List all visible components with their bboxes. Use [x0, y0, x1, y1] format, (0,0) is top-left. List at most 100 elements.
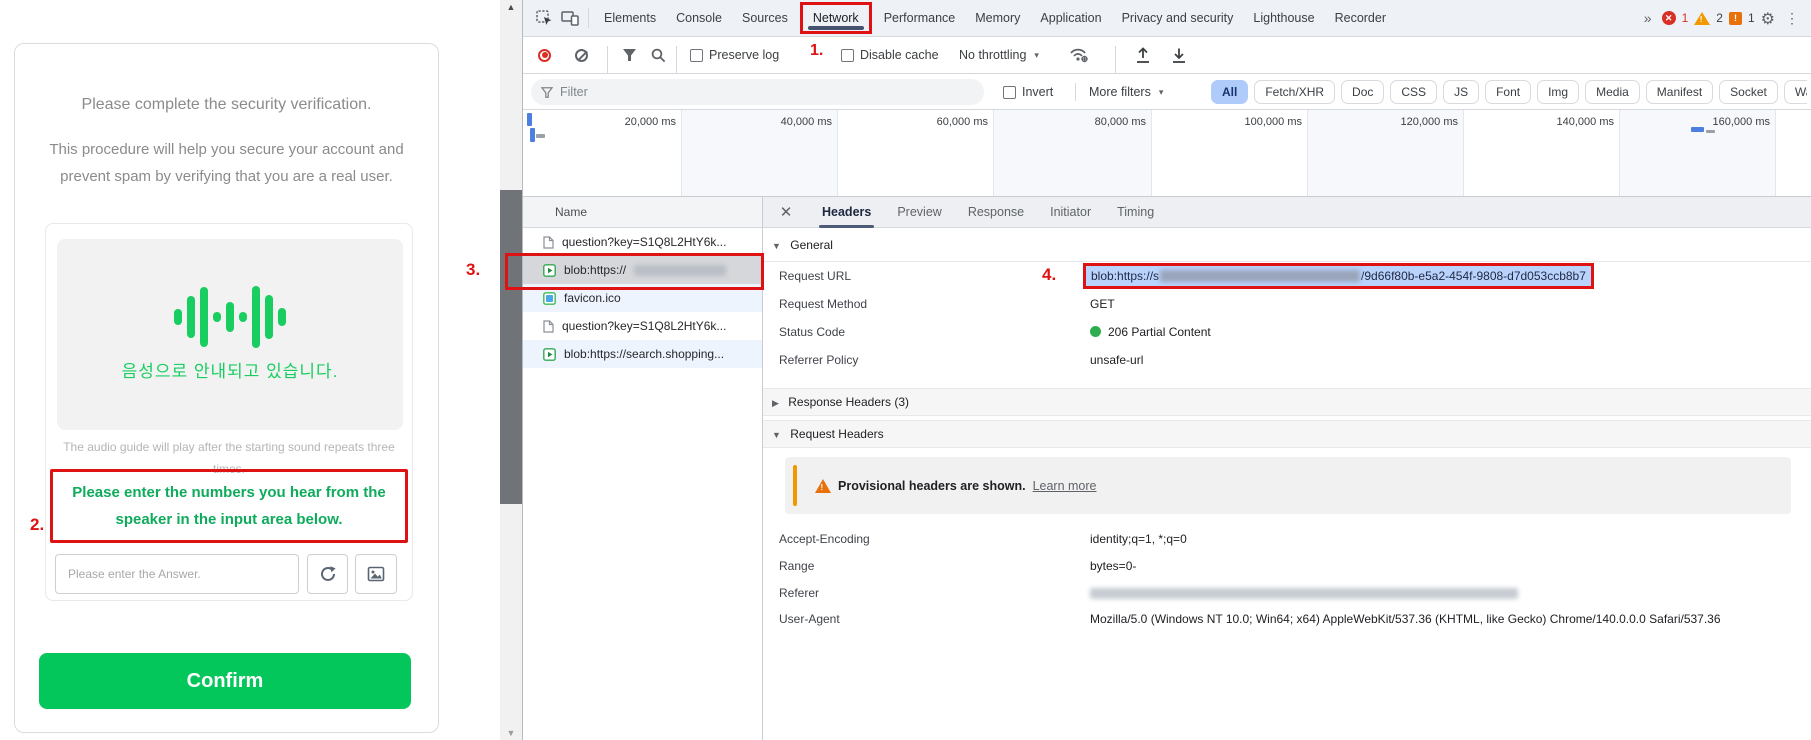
chip-media[interactable]: Media — [1585, 80, 1640, 104]
timeline-tick: 60,000 ms — [918, 116, 988, 128]
record-button[interactable] — [538, 37, 551, 73]
chip-js[interactable]: JS — [1443, 80, 1479, 104]
request-method-key: Request Method — [779, 290, 867, 318]
request-list-name-header[interactable]: Name — [523, 197, 762, 228]
request-headers-label: Request Headers — [790, 427, 883, 441]
settings-gear-icon[interactable]: ⚙ — [1761, 9, 1775, 28]
answer-input[interactable] — [55, 554, 299, 594]
chip-img[interactable]: Img — [1537, 80, 1579, 104]
request-url-value: blob:https://s /9d66f80b-e5a2-454f-9808-… — [1086, 266, 1591, 286]
chip-fetch-xhr[interactable]: Fetch/XHR — [1254, 80, 1335, 104]
clear-button[interactable] — [575, 37, 588, 73]
chip-font[interactable]: Font — [1485, 80, 1531, 104]
refresh-audio-button[interactable] — [307, 554, 348, 594]
response-headers-section[interactable]: ▶ Response Headers (3) — [763, 388, 1811, 416]
export-har-button[interactable] — [1171, 37, 1187, 73]
details-tab-label: Headers — [822, 205, 871, 219]
network-conditions-button[interactable] — [1069, 37, 1089, 73]
scrollbar-down-arrow[interactable]: ▼ — [500, 728, 522, 738]
image-captcha-button[interactable] — [355, 554, 397, 594]
general-section-header[interactable]: ▼ General — [763, 228, 1811, 262]
page-scrollbar[interactable]: ▲ ▼ — [500, 0, 522, 740]
request-row[interactable]: favicon.ico — [523, 284, 762, 312]
tab-sources[interactable]: Sources — [732, 0, 798, 37]
request-row-selected[interactable]: blob:https:// — [523, 256, 762, 284]
request-type-chips: All Fetch/XHR Doc CSS JS Font Img Media … — [1211, 74, 1807, 110]
disable-cache-checkbox[interactable]: Disable cache — [841, 37, 939, 73]
chip-all[interactable]: All — [1211, 80, 1248, 104]
tab-recorder[interactable]: Recorder — [1325, 0, 1396, 37]
details-tab-preview[interactable]: Preview — [884, 197, 954, 228]
request-row[interactable]: question?key=S1Q8L2HtY6k... — [523, 312, 762, 340]
close-icon[interactable]: ✕ — [763, 203, 809, 221]
tab-lighthouse[interactable]: Lighthouse — [1243, 0, 1324, 37]
request-method-value: GET — [1090, 290, 1115, 318]
refresh-icon — [318, 564, 338, 584]
filter-input[interactable]: Filter — [531, 79, 984, 105]
request-headers-section[interactable]: ▼ Request Headers — [763, 420, 1811, 448]
warning-badge-icon[interactable]: ! — [1694, 12, 1710, 25]
status-green-dot-icon — [1090, 326, 1101, 337]
tab-network[interactable]: Network — [800, 2, 872, 34]
tab-memory[interactable]: Memory — [965, 0, 1030, 37]
status-code-row: Status Code 206 Partial Content — [763, 318, 1811, 346]
devtools-menu-icon[interactable]: ⋮ — [1781, 10, 1803, 27]
waterfall-mark — [1691, 127, 1704, 132]
timeline-tick: 40,000 ms — [762, 116, 832, 128]
media-play-icon — [543, 264, 556, 277]
tab-elements[interactable]: Elements — [594, 0, 666, 37]
chip-wasm[interactable]: Wasm — [1784, 80, 1807, 104]
tab-application[interactable]: Application — [1030, 0, 1111, 37]
details-tab-response[interactable]: Response — [955, 197, 1037, 228]
request-row[interactable]: blob:https://search.shopping... — [523, 340, 762, 368]
error-count: 1 — [1682, 11, 1689, 25]
scrollbar-up-arrow[interactable]: ▲ — [500, 2, 522, 12]
timeline-tick: 160,000 ms — [1700, 116, 1770, 128]
redacted-referer-blur — [1090, 588, 1518, 599]
warning-count: 2 — [1716, 11, 1723, 25]
disable-cache-label: Disable cache — [860, 48, 939, 62]
issues-badge-icon[interactable]: ! — [1729, 12, 1742, 25]
details-tab-headers[interactable]: Headers — [809, 197, 884, 228]
device-toolbar-icon[interactable] — [557, 5, 583, 31]
chip-manifest[interactable]: Manifest — [1646, 80, 1713, 104]
tab-performance[interactable]: Performance — [874, 0, 966, 37]
range-row: Range bytes=0- — [763, 552, 1811, 580]
invert-checkbox[interactable]: Invert — [1003, 74, 1053, 110]
audio-waveform-icon — [57, 285, 403, 349]
throttling-select[interactable]: No throttling ▾ — [959, 37, 1039, 73]
more-tabs-icon[interactable]: » — [1640, 10, 1656, 26]
range-value: bytes=0- — [1090, 552, 1136, 580]
confirm-button[interactable]: Confirm — [39, 653, 411, 709]
details-tab-timing[interactable]: Timing — [1104, 197, 1167, 228]
annotation-label-2: 2. — [30, 515, 44, 535]
tab-privacy-security[interactable]: Privacy and security — [1112, 0, 1244, 37]
search-button[interactable] — [651, 37, 666, 73]
tab-console[interactable]: Console — [666, 0, 732, 37]
filter-toggle-button[interactable] — [622, 37, 637, 73]
more-filters-select[interactable]: More filters ▾ — [1089, 74, 1163, 110]
request-name: favicon.ico — [564, 291, 621, 305]
timeline-tick: 80,000 ms — [1076, 116, 1146, 128]
annotation-label-4: 4. — [1042, 265, 1056, 285]
status-code-value: 206 Partial Content — [1090, 318, 1211, 346]
inspect-element-icon[interactable] — [531, 5, 557, 31]
chip-css[interactable]: CSS — [1390, 80, 1437, 104]
details-tab-initiator[interactable]: Initiator — [1037, 197, 1104, 228]
audio-player-box: 음성으로 안내되고 있습니다. — [57, 239, 403, 430]
request-name: blob:https://search.shopping... — [564, 347, 724, 361]
import-har-button[interactable] — [1135, 37, 1151, 73]
favicon-icon — [543, 292, 556, 305]
network-overview-timeline[interactable]: 20,000 ms 40,000 ms 60,000 ms 80,000 ms … — [523, 110, 1811, 197]
chip-socket[interactable]: Socket — [1719, 80, 1778, 104]
timeline-tick: 20,000 ms — [606, 116, 676, 128]
range-key: Range — [779, 552, 814, 580]
scrollbar-thumb[interactable] — [500, 190, 522, 504]
preserve-log-checkbox[interactable]: Preserve log — [690, 37, 779, 73]
learn-more-link[interactable]: Learn more — [1033, 479, 1097, 493]
referer-value — [1090, 579, 1518, 607]
chip-doc[interactable]: Doc — [1341, 80, 1384, 104]
error-badge-icon[interactable]: ✕ — [1662, 11, 1676, 25]
screenshot-root: Please complete the security verificatio… — [0, 0, 1811, 740]
request-row[interactable]: question?key=S1Q8L2HtY6k... — [523, 228, 762, 256]
